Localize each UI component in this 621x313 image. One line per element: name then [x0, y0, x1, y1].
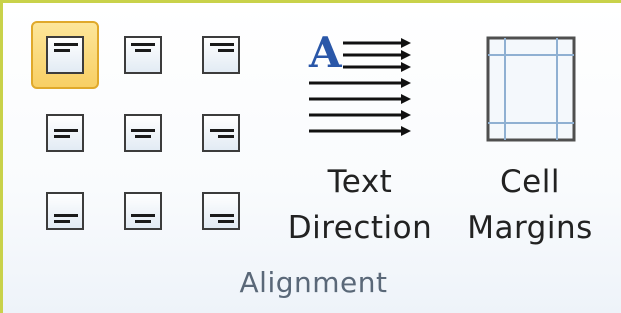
align-bottom-center-icon: [124, 192, 162, 230]
text-direction-label-line2: Direction: [287, 210, 433, 246]
cell-margins-label-line2: Margins: [467, 210, 593, 246]
align-bottom-center-button[interactable]: [109, 177, 177, 245]
text-direction-icon: A: [308, 28, 411, 136]
align-center-right-button[interactable]: [187, 99, 255, 167]
align-top-right-button[interactable]: [187, 21, 255, 89]
cell-margins-button[interactable]: Cell Margins: [455, 19, 605, 251]
align-top-center-button[interactable]: [109, 21, 177, 89]
align-top-center-icon: [124, 36, 162, 74]
cell-margins-icon: [486, 36, 576, 142]
align-center-left-button[interactable]: [31, 99, 99, 167]
align-bottom-left-button[interactable]: [31, 177, 99, 245]
align-center-button[interactable]: [109, 99, 177, 167]
group-label: Alignment: [239, 266, 388, 299]
align-bottom-left-icon: [46, 192, 84, 230]
align-top-left-icon: [46, 36, 84, 74]
align-center-icon: [124, 114, 162, 152]
text-direction-button[interactable]: A Text Direction: [271, 19, 449, 251]
align-top-left-button[interactable]: [31, 21, 99, 89]
text-direction-label-line1: Text: [327, 164, 393, 200]
align-bottom-right-icon: [202, 192, 240, 230]
align-center-left-icon: [46, 114, 84, 152]
text-direction-letter: A: [308, 28, 343, 77]
align-bottom-right-button[interactable]: [187, 177, 255, 245]
cell-margins-label-line1: Cell: [500, 164, 560, 200]
alignment-group: A Text Direction Cell Margins Alignment: [0, 0, 621, 313]
align-center-right-icon: [202, 114, 240, 152]
align-top-right-icon: [202, 36, 240, 74]
